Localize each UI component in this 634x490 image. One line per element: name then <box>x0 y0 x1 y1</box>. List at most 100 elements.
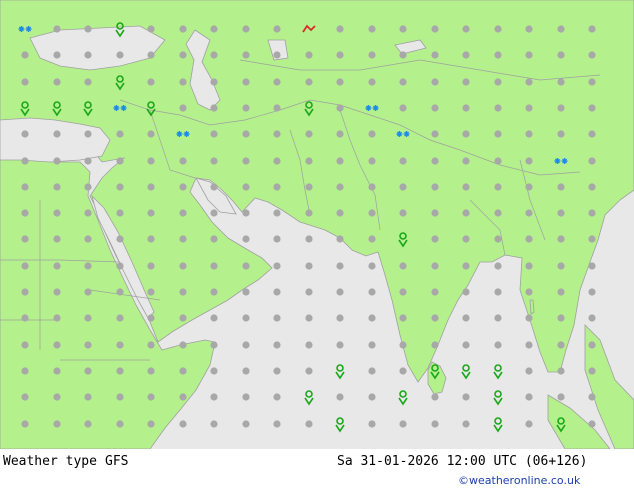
dot-icon <box>210 104 218 112</box>
dot-icon <box>368 288 376 296</box>
dot-icon <box>21 420 29 428</box>
dot-icon <box>210 25 218 33</box>
dot-icon <box>147 78 155 86</box>
dot-icon <box>557 183 565 191</box>
dot-icon <box>399 104 407 112</box>
dot-icon <box>147 367 155 375</box>
dot-icon <box>179 393 187 401</box>
dot-icon <box>53 25 61 33</box>
dot-icon <box>84 420 92 428</box>
dot-icon <box>210 420 218 428</box>
dot-icon <box>525 288 533 296</box>
dot-icon <box>305 314 313 322</box>
dot-icon <box>557 25 565 33</box>
dot-icon <box>210 235 218 243</box>
dot-icon <box>210 288 218 296</box>
dot-icon <box>147 130 155 138</box>
dot-icon <box>588 314 596 322</box>
dot-icon <box>588 51 596 59</box>
dot-icon <box>84 262 92 270</box>
dot-icon <box>116 367 124 375</box>
map-footer: Weather type GFS Sa 31-01-2026 12:00 UTC… <box>0 449 634 490</box>
dot-icon <box>273 341 281 349</box>
dot-icon <box>462 420 470 428</box>
dot-icon <box>273 51 281 59</box>
dot-icon <box>557 262 565 270</box>
dot-icon <box>431 393 439 401</box>
dot-icon <box>21 78 29 86</box>
dot-icon <box>116 183 124 191</box>
dot-icon <box>557 367 565 375</box>
dot-icon <box>399 157 407 165</box>
dot-icon <box>336 51 344 59</box>
dot-icon <box>431 209 439 217</box>
dot-icon <box>431 25 439 33</box>
dot-icon <box>525 78 533 86</box>
dot-icon <box>210 78 218 86</box>
dot-icon <box>179 209 187 217</box>
dot-icon <box>368 51 376 59</box>
dot-icon <box>368 25 376 33</box>
dot-icon <box>273 209 281 217</box>
dot-icon <box>305 262 313 270</box>
dot-icon <box>210 183 218 191</box>
dot-icon <box>336 157 344 165</box>
dot-icon <box>557 235 565 243</box>
dot-icon <box>336 341 344 349</box>
dot-icon <box>84 130 92 138</box>
dot-icon <box>588 341 596 349</box>
dot-icon <box>242 104 250 112</box>
dot-icon <box>21 157 29 165</box>
dot-icon <box>305 288 313 296</box>
dot-icon <box>557 51 565 59</box>
credit-link[interactable]: ©weatheronline.co.uk <box>458 474 580 487</box>
dot-icon <box>147 262 155 270</box>
dot-icon <box>588 420 596 428</box>
dot-icon <box>399 314 407 322</box>
dot-icon <box>399 25 407 33</box>
dot-icon <box>179 367 187 375</box>
dot-icon <box>368 393 376 401</box>
dot-icon <box>21 209 29 217</box>
dot-icon <box>242 367 250 375</box>
dot-icon <box>462 393 470 401</box>
dot-icon <box>116 130 124 138</box>
dot-icon <box>21 288 29 296</box>
dot-icon <box>336 104 344 112</box>
dot-icon <box>179 420 187 428</box>
dot-icon <box>494 183 502 191</box>
dot-icon <box>305 157 313 165</box>
dot-icon <box>210 262 218 270</box>
dot-icon <box>147 183 155 191</box>
dot-icon <box>53 262 61 270</box>
dot-icon <box>462 235 470 243</box>
dot-icon <box>242 262 250 270</box>
dot-icon <box>494 51 502 59</box>
dot-icon <box>462 183 470 191</box>
dot-icon <box>588 25 596 33</box>
dot-icon <box>242 25 250 33</box>
dot-icon <box>210 209 218 217</box>
dot-icon <box>116 314 124 322</box>
dot-icon <box>494 341 502 349</box>
dot-icon <box>462 209 470 217</box>
valid-time-label: Sa 31-01-2026 12:00 UTC (06+126) <box>337 454 588 469</box>
dot-icon <box>273 288 281 296</box>
dot-icon <box>305 367 313 375</box>
dot-icon <box>242 130 250 138</box>
dot-icon <box>273 262 281 270</box>
dot-icon <box>525 341 533 349</box>
dot-icon <box>210 130 218 138</box>
dot-icon <box>242 209 250 217</box>
dot-icon <box>588 393 596 401</box>
dot-icon <box>399 209 407 217</box>
dot-icon <box>305 235 313 243</box>
dot-icon <box>525 209 533 217</box>
dot-icon <box>462 288 470 296</box>
dot-icon <box>242 183 250 191</box>
dot-icon <box>84 209 92 217</box>
dot-icon <box>525 235 533 243</box>
dot-icon <box>179 288 187 296</box>
dot-icon <box>368 367 376 375</box>
dot-icon <box>116 235 124 243</box>
